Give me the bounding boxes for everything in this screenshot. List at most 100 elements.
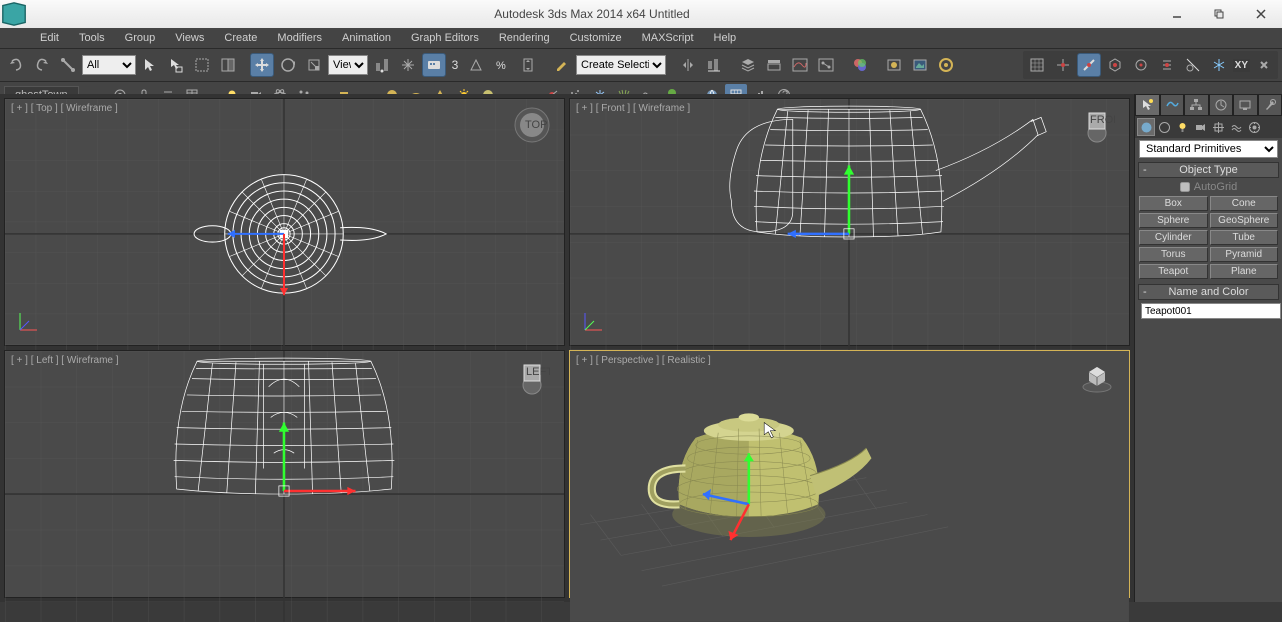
rendered-frame-icon[interactable] (908, 53, 932, 77)
menu-customize[interactable]: Customize (560, 30, 632, 46)
viewport-perspective[interactable]: [ + ] [ Perspective ] [ Realistic ] (569, 350, 1130, 598)
viewcube-top[interactable]: TOP (514, 107, 550, 143)
viewcube-front[interactable]: FRONT (1079, 107, 1115, 143)
menu-views[interactable]: Views (165, 30, 214, 46)
viewcube-left[interactable]: LEFT (514, 359, 550, 395)
curve-editor-icon[interactable] (788, 53, 812, 77)
percent-snap-icon[interactable]: % (490, 53, 514, 77)
prim-tube[interactable]: Tube (1210, 230, 1279, 245)
snap-tangent-icon[interactable] (1181, 53, 1205, 77)
manipulate-icon[interactable] (396, 53, 420, 77)
mirror-icon[interactable] (676, 53, 700, 77)
lights-category[interactable] (1173, 118, 1191, 136)
menu-maxscript[interactable]: MAXScript (632, 30, 704, 46)
spinner-snap-icon[interactable] (516, 53, 540, 77)
snap-vertex-icon[interactable] (1051, 53, 1075, 77)
viewport-front-content (570, 99, 1129, 370)
viewport-left-label[interactable]: [ + ] [ Left ] [ Wireframe ] (11, 355, 119, 366)
viewport-front[interactable]: [ + ] [ Front ] [ Wireframe ] (569, 98, 1130, 346)
menu-group[interactable]: Group (115, 30, 166, 46)
minimize-button[interactable] (1156, 3, 1198, 25)
prim-sphere[interactable]: Sphere (1139, 213, 1208, 228)
menu-graph-editors[interactable]: Graph Editors (401, 30, 489, 46)
window-crossing-icon[interactable] (216, 53, 240, 77)
select-move-icon[interactable] (250, 53, 274, 77)
pivot-icon[interactable] (370, 53, 394, 77)
prim-teapot[interactable]: Teapot (1139, 264, 1208, 279)
select-by-name-icon[interactable] (164, 53, 188, 77)
object-name-input[interactable] (1141, 303, 1281, 319)
render-setup-icon[interactable] (882, 53, 906, 77)
cameras-category[interactable] (1191, 118, 1209, 136)
link-icon[interactable] (56, 53, 80, 77)
viewport-top-label[interactable]: [ + ] [ Top ] [ Wireframe ] (11, 103, 118, 114)
menu-help[interactable]: Help (704, 30, 747, 46)
xy-constraint-label[interactable]: XY (1233, 59, 1250, 72)
select-region-icon[interactable] (190, 53, 214, 77)
viewport-perspective-label[interactable]: [ + ] [ Perspective ] [ Realistic ] (576, 355, 711, 366)
helpers-category[interactable] (1209, 118, 1227, 136)
prim-torus[interactable]: Torus (1139, 247, 1208, 262)
utilities-tab[interactable] (1258, 94, 1282, 116)
edit-selection-set-icon[interactable] (550, 53, 574, 77)
systems-category[interactable] (1245, 118, 1263, 136)
snap-face-icon[interactable] (1103, 53, 1127, 77)
prim-plane[interactable]: Plane (1210, 264, 1279, 279)
grid-snap-icon[interactable] (1025, 53, 1049, 77)
snap-grid-point-icon[interactable] (1155, 53, 1179, 77)
viewport-front-label[interactable]: [ + ] [ Front ] [ Wireframe ] (576, 103, 690, 114)
named-selection-dropdown[interactable]: Create Selection Se (576, 55, 666, 75)
material-editor-icon[interactable] (848, 53, 872, 77)
prim-cone[interactable]: Cone (1210, 196, 1279, 211)
menu-animation[interactable]: Animation (332, 30, 401, 46)
prim-box[interactable]: Box (1139, 196, 1208, 211)
spacewarps-category[interactable] (1227, 118, 1245, 136)
geometry-category[interactable] (1137, 118, 1155, 136)
menu-edit[interactable]: Edit (30, 30, 69, 46)
maximize-button[interactable] (1198, 3, 1240, 25)
viewport-left[interactable]: [ + ] [ Left ] [ Wireframe ] (4, 350, 565, 598)
angle-snap-icon[interactable] (464, 53, 488, 77)
modify-tab[interactable] (1160, 94, 1185, 116)
layers-icon[interactable] (736, 53, 760, 77)
autogrid-checkbox[interactable] (1180, 182, 1190, 192)
undo-icon[interactable] (4, 53, 28, 77)
snap-edge-icon[interactable] (1077, 53, 1101, 77)
select-object-icon[interactable] (138, 53, 162, 77)
hierarchy-tab[interactable] (1184, 94, 1209, 116)
name-color-rollout-header[interactable]: -Name and Color (1138, 284, 1279, 300)
prim-pyramid[interactable]: Pyramid (1210, 247, 1279, 262)
prim-geosphere[interactable]: GeoSphere (1210, 213, 1279, 228)
select-rotate-icon[interactable] (276, 53, 300, 77)
render-production-icon[interactable] (934, 53, 958, 77)
viewcube-perspective[interactable] (1079, 359, 1115, 395)
create-tab[interactable] (1135, 94, 1160, 116)
viewport-top[interactable]: [ + ] [ Top ] [ Wireframe ] (4, 98, 565, 346)
snap-pivot-icon[interactable] (1129, 53, 1153, 77)
redo-icon[interactable] (30, 53, 54, 77)
menu-modifiers[interactable]: Modifiers (267, 30, 332, 46)
menu-tools[interactable]: Tools (69, 30, 115, 46)
close-button[interactable] (1240, 3, 1282, 25)
display-tab[interactable] (1233, 94, 1258, 116)
keyboard-shortcut-toggle-icon[interactable] (422, 53, 446, 77)
menu-create[interactable]: Create (214, 30, 267, 46)
shapes-category[interactable] (1155, 118, 1173, 136)
reference-coord-dropdown[interactable]: View (328, 55, 368, 75)
app-icon[interactable] (0, 0, 28, 28)
select-scale-icon[interactable] (302, 53, 326, 77)
snap-frozen-icon[interactable] (1207, 53, 1231, 77)
graphite-ribbon-icon[interactable] (762, 53, 786, 77)
snap-options-icon[interactable] (1252, 53, 1276, 77)
prim-cylinder[interactable]: Cylinder (1139, 230, 1208, 245)
selection-filter-dropdown[interactable]: All (82, 55, 136, 75)
axis-tripod-top (15, 305, 45, 335)
motion-tab[interactable] (1209, 94, 1234, 116)
titlebar: Autodesk 3ds Max 2014 x64 Untitled (0, 0, 1282, 28)
menu-rendering[interactable]: Rendering (489, 30, 560, 46)
align-icon[interactable] (702, 53, 726, 77)
schematic-view-icon[interactable] (814, 53, 838, 77)
primitive-class-dropdown[interactable]: Standard Primitives (1139, 140, 1278, 158)
snap-toggle-value[interactable]: 3 (448, 58, 462, 72)
object-type-rollout-header[interactable]: -Object Type (1138, 162, 1279, 178)
